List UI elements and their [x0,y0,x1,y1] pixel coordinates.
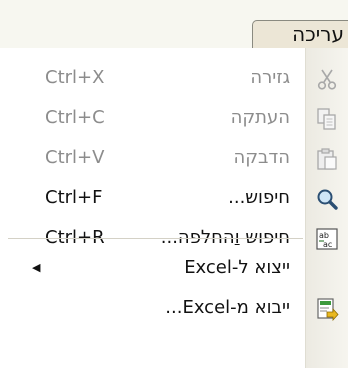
search-icon [315,187,339,211]
shortcut-text: Ctrl+V [45,147,105,168]
menu-item-export-excel[interactable]: ◀ ייצוא ל-Excel [0,248,348,288]
copy-icon [315,107,339,131]
shortcut-text: Ctrl+F [45,187,103,208]
menu-item-copy[interactable]: Ctrl+C העתקה [0,98,348,138]
menu-edit[interactable]: עריכה [252,20,348,48]
submenu-arrow-icon: ◀ [32,261,41,274]
menu-separator [8,238,303,239]
import-excel-icon [315,297,339,322]
menu-item-label: ייבוא מ-Excel... [165,297,290,318]
edit-dropdown-menu: Ctrl+X גזירה Ctrl+C העתקה Ctrl+V הדבקה C… [0,48,348,368]
svg-text:ab: ab [319,231,329,240]
menu-item-cut[interactable]: Ctrl+X גזירה [0,58,348,98]
menu-item-label: חיפוש... [228,187,290,208]
scissors-icon [315,67,339,91]
paste-icon [315,147,339,171]
menu-item-label: הדבקה [233,147,290,168]
menu-item-paste[interactable]: Ctrl+V הדבקה [0,138,348,178]
menu-item-import-excel[interactable]: ייבוא מ-Excel... [0,288,348,328]
shortcut-text: Ctrl+X [45,67,105,88]
menu-item-find[interactable]: Ctrl+F חיפוש... [0,178,348,218]
shortcut-text: Ctrl+C [45,107,105,128]
menu-item-label: גזירה [250,67,290,88]
menu-item-label: ייצוא ל-Excel [184,257,290,278]
menu-item-label: העתקה [230,107,290,128]
